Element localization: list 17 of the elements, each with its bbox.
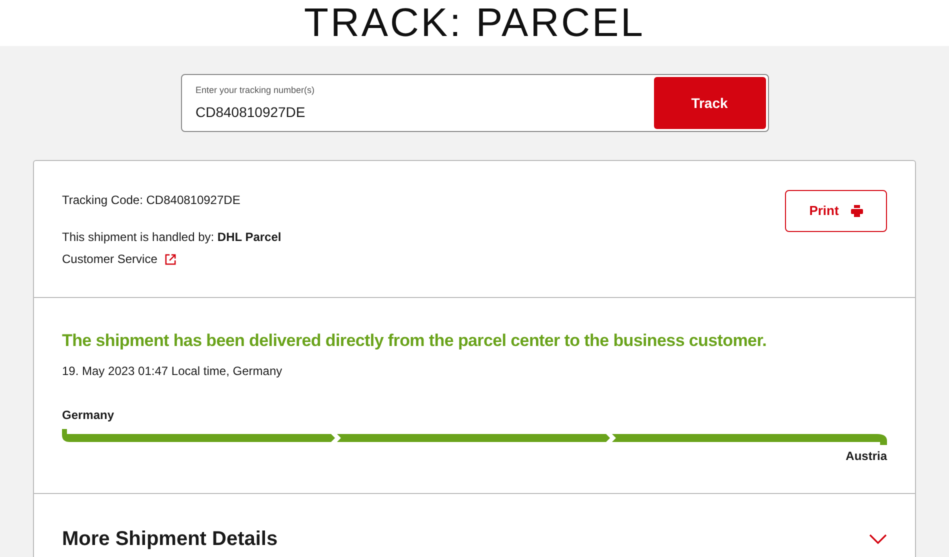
external-link-icon: [165, 254, 176, 264]
page-title: TRACK: PARCEL: [304, 3, 645, 46]
track-button[interactable]: Track: [654, 77, 766, 129]
destination-label: Austria: [846, 448, 887, 464]
status-headline: The shipment has been delivered directly from the parcel center to the business customer.: [62, 330, 768, 352]
customer-service-link[interactable]: Customer Service: [62, 250, 176, 268]
tracking-number-field[interactable]: Enter your tracking number(s) CD840810927DE Track: [180, 74, 768, 132]
field-label: Enter your tracking number(s): [196, 84, 316, 97]
handler-text: This shipment is handled by: DHL Parcel: [62, 229, 282, 246]
origin-label: Germany: [62, 406, 116, 424]
status-timestamp: 19. May 2023 01:47 Local time, Germany: [62, 362, 284, 380]
tracking-code: Tracking Code: CD840810927DE: [62, 192, 242, 209]
details-header[interactable]: More Shipment Details: [34, 494, 915, 557]
print-button[interactable]: Print: [785, 190, 887, 232]
chevron-icon: [869, 534, 887, 544]
printer-icon: [850, 205, 863, 217]
tracking-input[interactable]: CD840810927DE: [196, 102, 654, 122]
